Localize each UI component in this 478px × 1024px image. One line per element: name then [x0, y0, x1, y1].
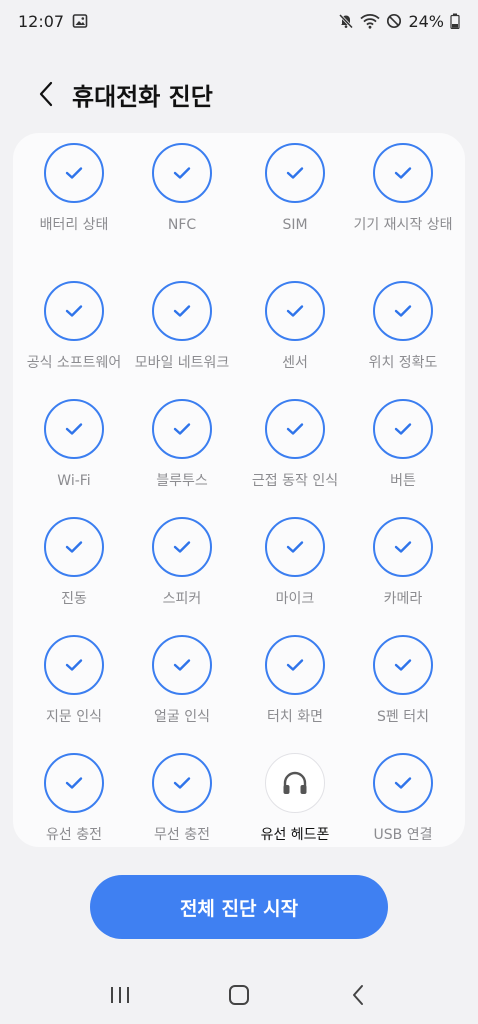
- mute-icon: [338, 13, 354, 29]
- chevron-left-icon: [38, 81, 54, 107]
- diagnostic-item-label: 얼굴 인식: [154, 709, 210, 725]
- diagnostic-item[interactable]: 근접 동작 인식: [239, 399, 352, 491]
- diagnostics-panel: 배터리 상태 NFC SIM 기기 재시작 상태공식 소프트웨어 모바일 네트워크 센서 위…: [13, 133, 465, 847]
- diagnostic-item-label: 버튼: [390, 473, 416, 489]
- check-icon: [44, 281, 104, 341]
- check-icon: [152, 281, 212, 341]
- diagnostic-item[interactable]: 공식 소프트웨어: [18, 281, 131, 373]
- back-arrow-icon: [351, 984, 365, 1006]
- check-icon: [265, 399, 325, 459]
- home-icon: [228, 984, 250, 1006]
- diagnostic-item[interactable]: 센서: [239, 281, 352, 373]
- diagnostic-item[interactable]: Wi-Fi: [18, 399, 131, 491]
- back-nav-button[interactable]: [333, 970, 383, 1020]
- diagnostic-item[interactable]: 버튼: [347, 399, 460, 491]
- diagnostic-item[interactable]: 터치 화면: [239, 635, 352, 727]
- page-title: 휴대전화 진단: [72, 82, 213, 111]
- status-bar: 12:07 24%: [0, 0, 478, 42]
- check-icon: [373, 517, 433, 577]
- diagnostic-item-label: USB 연결: [373, 827, 433, 843]
- battery-icon: [450, 13, 460, 30]
- check-icon: [44, 753, 104, 813]
- check-icon: [152, 517, 212, 577]
- check-icon: [373, 143, 433, 203]
- app-header: 휴대전화 진단: [0, 70, 478, 118]
- diagnostic-item-label: 근접 동작 인식: [251, 473, 339, 489]
- diagnostic-item[interactable]: 유선 헤드폰: [239, 753, 352, 845]
- diagnostic-item-label: 센서: [282, 355, 308, 371]
- check-icon: [152, 399, 212, 459]
- diagnostic-item[interactable]: 배터리 상태: [18, 143, 131, 235]
- diagnostic-item-label: SIM: [282, 217, 308, 233]
- wifi-icon: [360, 13, 381, 29]
- diagnostic-item-label: S펜 터치: [377, 709, 429, 725]
- diagnostic-item[interactable]: S펜 터치: [347, 635, 460, 727]
- gallery-notification-icon: [72, 13, 88, 29]
- diagnostic-item[interactable]: NFC: [126, 143, 239, 235]
- diagnostic-item-label: 진동: [61, 591, 87, 607]
- check-icon: [265, 143, 325, 203]
- diagnostic-item[interactable]: 마이크: [239, 517, 352, 609]
- diagnostic-item-label: 공식 소프트웨어: [26, 355, 122, 371]
- back-button[interactable]: [24, 72, 68, 116]
- check-icon: [44, 143, 104, 203]
- diagnostic-item-label: 마이크: [275, 591, 315, 607]
- diagnostic-item-label: 유선 헤드폰: [260, 827, 330, 843]
- diagnostic-item-label: 배터리 상태: [39, 217, 109, 233]
- check-icon: [44, 517, 104, 577]
- diagnostic-item-label: 지문 인식: [46, 709, 102, 725]
- start-full-diagnosis-button[interactable]: 전체 진단 시작: [90, 875, 388, 939]
- diagnostic-item[interactable]: 얼굴 인식: [126, 635, 239, 727]
- check-icon: [152, 143, 212, 203]
- diagnostic-item[interactable]: 지문 인식: [18, 635, 131, 727]
- diagnostic-item[interactable]: SIM: [239, 143, 352, 235]
- diagnostic-item-label: 블루투스: [156, 473, 208, 489]
- check-icon: [152, 635, 212, 695]
- check-icon: [373, 753, 433, 813]
- check-icon: [265, 635, 325, 695]
- check-icon: [265, 517, 325, 577]
- diagnostic-item[interactable]: USB 연결: [347, 753, 460, 845]
- check-icon: [373, 635, 433, 695]
- diagnostic-item-label: 기기 재시작 상태: [353, 217, 453, 233]
- home-button[interactable]: [214, 970, 264, 1020]
- check-icon: [373, 281, 433, 341]
- diagnostic-item[interactable]: 스피커: [126, 517, 239, 609]
- recent-apps-button[interactable]: [95, 970, 145, 1020]
- diagnostic-item-label: Wi-Fi: [57, 473, 91, 489]
- diagnostic-item-label: 모바일 네트워크: [134, 355, 230, 371]
- check-icon: [373, 399, 433, 459]
- diagnostic-item[interactable]: 위치 정확도: [347, 281, 460, 373]
- check-icon: [152, 753, 212, 813]
- diagnostic-item[interactable]: 모바일 네트워크: [126, 281, 239, 373]
- diagnostic-item-label: 위치 정확도: [368, 355, 438, 371]
- diagnostic-item[interactable]: 유선 충전: [18, 753, 131, 845]
- status-bar-right: 24%: [338, 12, 460, 31]
- diagnostic-item-label: NFC: [167, 217, 197, 233]
- diagnostic-item-label: 카메라: [383, 591, 423, 607]
- navigation-bar: [0, 966, 478, 1024]
- diagnostic-item-label: 터치 화면: [267, 709, 323, 725]
- headphones-icon: [265, 753, 325, 813]
- diagnostic-item[interactable]: 블루투스: [126, 399, 239, 491]
- diagnostic-item[interactable]: 무선 충전: [126, 753, 239, 845]
- check-icon: [44, 635, 104, 695]
- diagnostic-item[interactable]: 진동: [18, 517, 131, 609]
- diagnostic-item[interactable]: 카메라: [347, 517, 460, 609]
- do-not-disturb-icon: [386, 13, 402, 29]
- status-bar-left: 12:07: [18, 12, 88, 31]
- battery-percent: 24%: [408, 11, 444, 31]
- check-icon: [44, 399, 104, 459]
- diagnostic-item-label: 유선 충전: [46, 827, 102, 843]
- recent-apps-icon: [109, 985, 131, 1005]
- diagnostic-item-label: 무선 충전: [154, 827, 210, 843]
- diagnostic-item[interactable]: 기기 재시작 상태: [347, 143, 460, 235]
- diagnostic-item-label: 스피커: [162, 591, 202, 607]
- check-icon: [265, 281, 325, 341]
- status-time: 12:07: [18, 11, 65, 31]
